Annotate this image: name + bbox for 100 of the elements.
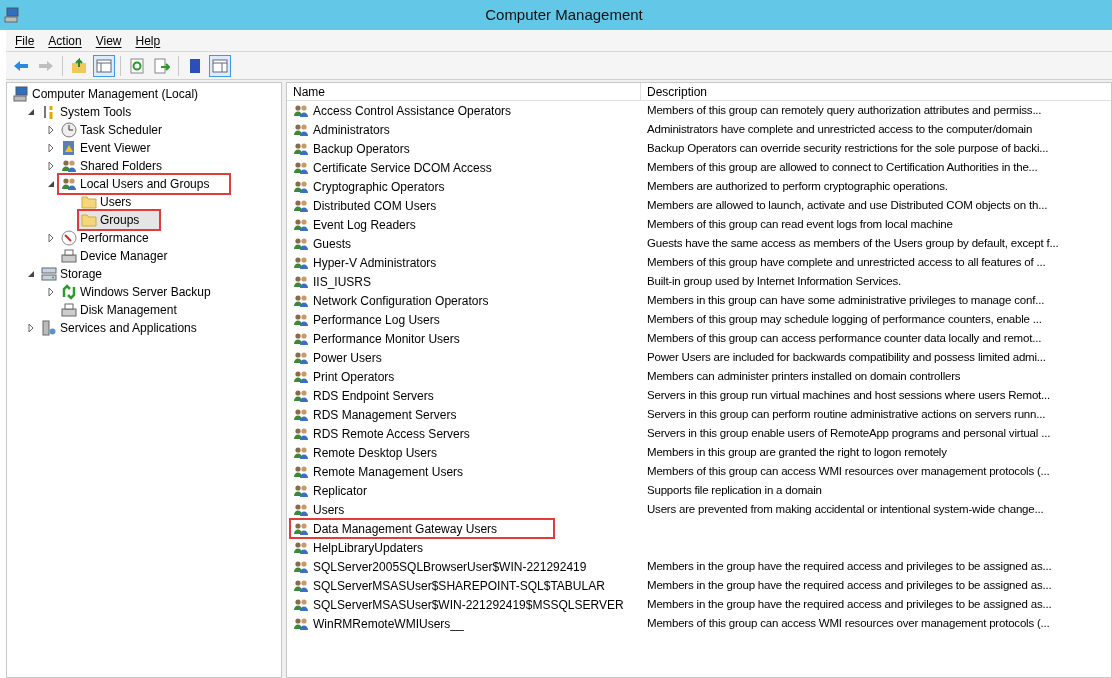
group-row[interactable]: Cryptographic Operators xyxy=(291,178,641,195)
group-row[interactable]: RDS Endpoint Servers xyxy=(291,387,641,404)
user-group-icon xyxy=(61,158,77,174)
description-text: Servers in this group can perform routine administrative actions on servers runn... xyxy=(646,406,1046,422)
description-text: Members in this group are granted the right to logon remotely xyxy=(646,444,947,460)
group-row[interactable]: WinRMRemoteWMIUsers__ xyxy=(291,615,641,632)
description-text: Servers in this group run virtual machines and host sessions where users Remot... xyxy=(646,387,1051,403)
group-row[interactable]: Replicator xyxy=(291,482,641,499)
tree-item[interactable]: Event Viewer xyxy=(59,139,153,157)
group-row[interactable]: Print Operators xyxy=(291,368,641,385)
user-group-icon xyxy=(293,482,309,499)
user-group-icon xyxy=(293,197,309,214)
group-row[interactable]: Administrators xyxy=(291,121,641,138)
description-text: Members of this group can read event logs from local machine xyxy=(646,216,953,232)
group-row[interactable]: Data Management Gateway Users xyxy=(291,520,553,537)
description-text: Members of this group can remotely query authorization attributes and permiss... xyxy=(646,102,1042,118)
collapse-arrow-icon[interactable] xyxy=(26,107,36,117)
user-group-icon xyxy=(293,311,309,328)
tree-item[interactable]: Users xyxy=(79,193,134,211)
group-row[interactable]: Hyper-V Administrators xyxy=(291,254,641,271)
expand-arrow-icon[interactable] xyxy=(46,143,56,153)
tree-item[interactable]: Storage xyxy=(39,265,105,283)
user-group-icon xyxy=(293,596,309,613)
tree-item[interactable]: Device Manager xyxy=(59,247,170,265)
description-text: Members of this group can access WMI resources over management protocols (... xyxy=(646,615,1050,631)
refresh-icon xyxy=(129,57,145,74)
group-row[interactable]: Users xyxy=(291,501,641,518)
description-text: Members of this group are allowed to connect to Certification Authorities in the... xyxy=(646,159,1038,175)
tree-item[interactable]: Computer Management (Local) xyxy=(11,85,201,103)
expand-arrow-icon[interactable] xyxy=(46,233,56,243)
group-row[interactable]: RDS Remote Access Servers xyxy=(291,425,641,442)
user-group-icon xyxy=(293,273,309,290)
description-text: Users are prevented from making accidental or intentional system-wide change... xyxy=(646,501,1044,517)
menu-item[interactable]: Action xyxy=(43,31,87,50)
expand-arrow-icon[interactable] xyxy=(26,323,36,333)
group-row[interactable]: Power Users xyxy=(291,349,641,366)
gauge-icon xyxy=(61,230,77,246)
server-icon xyxy=(41,266,57,282)
expand-arrow-icon[interactable] xyxy=(46,125,56,135)
description-text: Members are allowed to launch, activate and use Distributed COM objects on th... xyxy=(646,197,1048,213)
group-row[interactable]: Performance Log Users xyxy=(291,311,641,328)
group-row[interactable]: SQLServerMSASUser$WIN-221292419$MSSQLSERVER xyxy=(291,596,641,613)
group-row[interactable]: Performance Monitor Users xyxy=(291,330,641,347)
expand-arrow-icon[interactable] xyxy=(46,161,56,171)
user-group-icon xyxy=(293,235,309,252)
toolbar-button[interactable] xyxy=(209,54,231,77)
services-icon xyxy=(41,320,57,336)
group-row[interactable]: Distributed COM Users xyxy=(291,197,641,214)
group-row[interactable]: Network Configuration Operators xyxy=(291,292,641,309)
tree-item[interactable]: Performance xyxy=(59,229,151,247)
group-row[interactable]: SQLServerMSASUser$SHAREPOINT-SQL$TABULAR xyxy=(291,577,641,594)
menu-item[interactable]: View xyxy=(90,31,127,50)
group-row[interactable]: HelpLibraryUpdaters xyxy=(291,539,641,556)
tree-item[interactable]: Task Scheduler xyxy=(59,121,165,139)
description-text: Members in this group can have some administrative privileges to manage conf... xyxy=(646,292,1045,308)
tree-item[interactable]: Groups xyxy=(79,211,160,229)
user-group-icon xyxy=(293,254,309,271)
menu-item[interactable]: Help xyxy=(130,31,166,50)
description-text: Members can administer printers installed on domain controllers xyxy=(646,368,961,384)
collapse-arrow-icon[interactable] xyxy=(26,269,36,279)
column-header[interactable]: Description xyxy=(641,83,1111,100)
group-row[interactable]: Remote Management Users xyxy=(291,463,641,480)
tree-item[interactable]: System Tools xyxy=(39,103,134,121)
group-row[interactable]: Access Control Assistance Operators xyxy=(291,102,641,119)
description-text: Members in the group have the required access and privileges to be assigned as... xyxy=(646,558,1052,574)
expand-arrow-icon[interactable] xyxy=(46,287,56,297)
group-row[interactable]: Guests xyxy=(291,235,641,252)
description-text: Backup Operators can override security restrictions for the sole purpose of backi... xyxy=(646,140,1049,156)
user-group-icon xyxy=(293,558,309,575)
description-text: Administrators have complete and unrestricted access to the computer/domain xyxy=(646,121,1033,137)
group-row[interactable]: SQLServer2005SQLBrowserUser$WIN-221292419 xyxy=(291,558,641,575)
tree-item[interactable]: Disk Management xyxy=(59,301,179,319)
description-text: Members in the group have the required access and privileges to be assigned as... xyxy=(646,596,1052,612)
toolbar-button[interactable] xyxy=(93,54,115,77)
computer-icon xyxy=(4,7,20,23)
user-group-icon xyxy=(293,292,309,309)
group-row[interactable]: Event Log Readers xyxy=(291,216,641,233)
user-group-icon xyxy=(293,444,309,461)
description-text: Members of this group can access WMI resources over management protocols (... xyxy=(646,463,1050,479)
user-group-icon xyxy=(293,159,309,176)
group-row[interactable]: IIS_IUSRS xyxy=(291,273,641,290)
user-group-icon xyxy=(293,539,309,556)
group-row[interactable]: Backup Operators xyxy=(291,140,641,157)
user-group-icon xyxy=(293,102,309,119)
column-header[interactable]: Name xyxy=(287,83,641,100)
user-group-icon xyxy=(293,121,309,138)
tree-item[interactable]: Local Users and Groups xyxy=(59,175,230,193)
group-row[interactable]: RDS Management Servers xyxy=(291,406,641,423)
description-text: Power Users are included for backwards compatibility and possess limited admi... xyxy=(646,349,1046,365)
printer-icon xyxy=(61,302,77,318)
collapse-arrow-icon[interactable] xyxy=(46,179,56,189)
description-text: Built-in group used by Internet Information Services. xyxy=(646,273,902,289)
group-row[interactable]: Certificate Service DCOM Access xyxy=(291,159,641,176)
tree-item[interactable]: Services and Applications xyxy=(39,319,199,337)
tree-item[interactable]: Shared Folders xyxy=(59,157,165,175)
menu-item[interactable]: File xyxy=(10,31,40,50)
description-text: Members of this group may schedule logging of performance counters, enable ... xyxy=(646,311,1042,327)
computer-icon xyxy=(13,86,29,102)
tree-item[interactable]: Windows Server Backup xyxy=(59,283,213,301)
group-row[interactable]: Remote Desktop Users xyxy=(291,444,641,461)
